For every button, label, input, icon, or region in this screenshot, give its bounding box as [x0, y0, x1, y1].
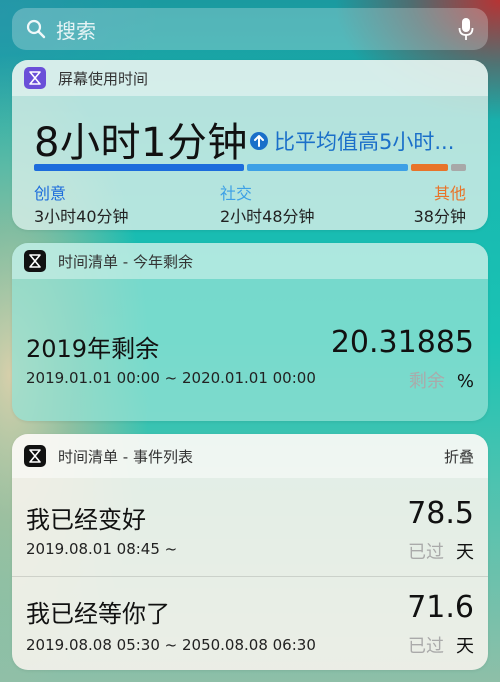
year-remaining-widget[interactable]: 时间清单 - 今年剩余 2019年剩余 2019.01.01 00:00 ~ 2…	[12, 243, 488, 421]
widget-header: 时间清单 - 事件列表 折叠	[12, 434, 488, 478]
year-remaining-value: 20.31885	[330, 325, 474, 360]
unit-label: 剩余	[408, 371, 445, 392]
usage-bar-creative	[34, 164, 244, 171]
event-value: 71.6	[407, 590, 474, 625]
event-range: 2019.08.01 08:45 ~	[26, 540, 178, 558]
search-icon	[26, 19, 46, 39]
unit-label: 已过	[408, 636, 444, 657]
unit: %	[456, 371, 474, 392]
event-range: 2019.08.08 05:30 ~ 2050.08.08 06:30	[26, 636, 316, 654]
year-range: 2019.01.01 00:00 ~ 2020.01.01 00:00	[26, 369, 316, 387]
year-remaining-unit: 剩余%	[409, 367, 474, 393]
total-screen-time: 8小时1分钟	[34, 120, 248, 166]
unit: 天	[456, 542, 474, 563]
year-title: 2019年剩余	[26, 335, 160, 363]
event-title: 我已经等你了	[26, 600, 170, 628]
usage-bar-social	[247, 164, 408, 171]
search-bar[interactable]: 搜索	[12, 8, 488, 50]
event-list-widget[interactable]: 时间清单 - 事件列表 折叠 我已经变好 2019.08.01 08:45 ~ …	[12, 434, 488, 670]
microphone-icon[interactable]	[458, 17, 474, 41]
usage-bar-remainder	[451, 164, 466, 171]
category-social-duration: 2小时48分钟	[220, 207, 315, 226]
event-unit: 已过天	[408, 538, 474, 564]
usage-bar	[34, 164, 466, 171]
category-other-duration: 38分钟	[413, 207, 466, 226]
category-creative: 创意	[34, 184, 67, 203]
usage-bar-other	[411, 164, 448, 171]
divider	[12, 576, 488, 577]
category-creative-duration: 3小时40分钟	[34, 207, 129, 226]
widget-header: 屏幕使用时间	[12, 60, 488, 96]
arrow-up-circle-icon	[250, 132, 268, 150]
widget-title: 屏幕使用时间	[58, 69, 149, 88]
event-title: 我已经变好	[26, 506, 146, 534]
event-value: 78.5	[407, 496, 474, 531]
widget-header: 时间清单 - 今年剩余	[12, 243, 488, 279]
widget-title: 时间清单 - 今年剩余	[58, 252, 193, 271]
hourglass-icon	[24, 445, 46, 467]
category-other: 其他	[433, 184, 466, 203]
search-placeholder: 搜索	[56, 18, 96, 43]
average-comparison[interactable]: 比平均值高5小时...	[250, 126, 454, 156]
screen-time-widget[interactable]: 屏幕使用时间 8小时1分钟 比平均值高5小时... 创意 3小时40分钟 社交 …	[12, 60, 488, 230]
category-social: 社交	[220, 184, 253, 203]
unit: 天	[456, 636, 474, 657]
comparison-text: 比平均值高5小时...	[274, 130, 455, 154]
widget-title: 时间清单 - 事件列表	[58, 447, 193, 466]
collapse-button[interactable]: 折叠	[444, 446, 474, 467]
unit-label: 已过	[408, 542, 444, 563]
event-unit: 已过天	[408, 632, 474, 658]
hourglass-icon	[24, 250, 46, 272]
hourglass-icon	[24, 67, 46, 89]
